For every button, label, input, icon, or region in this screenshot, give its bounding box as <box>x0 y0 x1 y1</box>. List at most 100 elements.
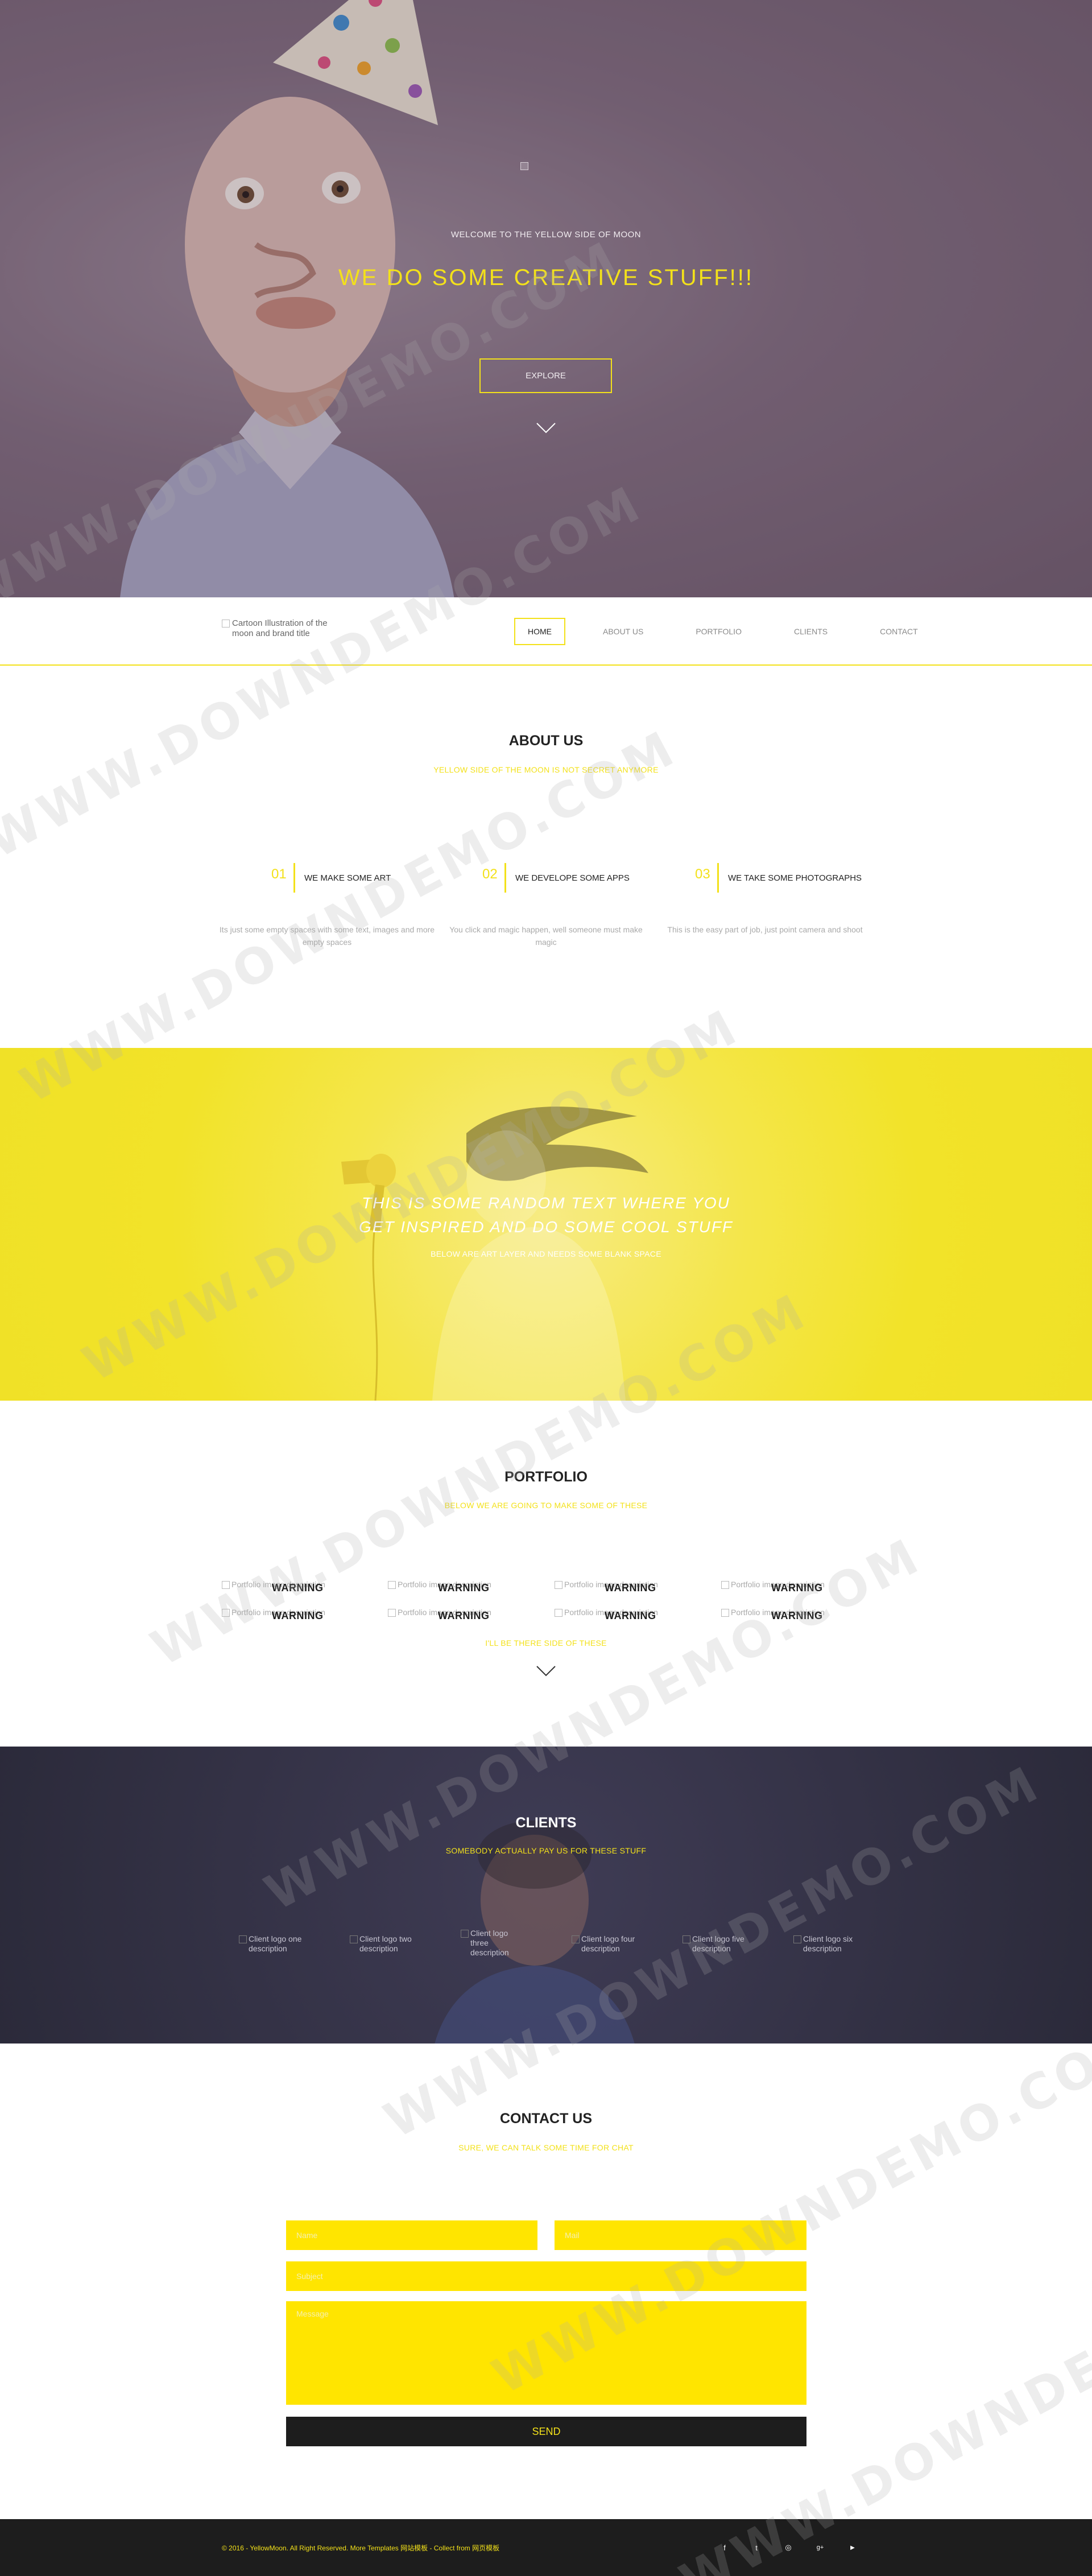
image-placeholder-icon <box>222 1609 230 1617</box>
portfolio-item-label: WARNING <box>438 1610 490 1621</box>
clients-title: CLIENTS <box>515 1815 577 1831</box>
feature-divider <box>293 863 295 893</box>
client-logo[interactable]: Client logo four description <box>572 1934 646 1954</box>
portfolio-item-label: WARNING <box>771 1610 823 1621</box>
explore-button[interactable]: EXPLORE <box>479 358 612 393</box>
mail-field[interactable] <box>555 2220 806 2250</box>
portfolio-item-label: WARNING <box>771 1582 823 1594</box>
quote-subtext: BELOW ARE ART LAYER AND NEEDS SOME BLANK… <box>431 1249 661 1258</box>
portfolio-item[interactable]: Portfolio image description WARNING <box>388 1580 553 1597</box>
feature-description: You click and magic happen, well someone… <box>449 925 643 947</box>
image-placeholder-icon <box>222 620 230 628</box>
image-placeholder-icon <box>222 1581 230 1589</box>
chevron-down-icon[interactable] <box>536 1664 556 1678</box>
feature-divider <box>717 863 719 893</box>
portfolio-item-label: WARNING <box>438 1582 490 1594</box>
client-logo-alt: Client logo six description <box>803 1934 853 1953</box>
client-logo-alt: Client logo one description <box>249 1934 302 1953</box>
message-field[interactable] <box>286 2301 806 2405</box>
portfolio-item[interactable]: Portfolio image description WARNING <box>388 1608 553 1625</box>
contact-subtitle: SURE, WE CAN TALK SOME TIME FOR CHAT <box>458 2143 634 2152</box>
quote-text: THIS IS SOME RANDOM TEXT WHERE YOU GET I… <box>0 1191 1092 1239</box>
portfolio-item[interactable]: Portfolio image description WARNING <box>222 1608 387 1625</box>
quote-section: THIS IS SOME RANDOM TEXT WHERE YOU GET I… <box>0 1048 1092 1401</box>
portfolio-note: I'LL BE THERE SIDE OF THESE <box>485 1638 607 1648</box>
main-navigation: Cartoon Illustration of the moon and bra… <box>0 597 1092 666</box>
youtube-icon[interactable]: ▶ <box>846 2541 859 2554</box>
portfolio-item[interactable]: Portfolio image description WARNING <box>721 1608 886 1625</box>
client-logo[interactable]: Client logo five description <box>682 1934 756 1954</box>
image-placeholder-icon <box>239 1935 247 1943</box>
facebook-icon[interactable]: f <box>718 2541 731 2554</box>
client-logo[interactable]: Client logo two description <box>350 1934 424 1954</box>
about-title: ABOUT US <box>508 733 584 749</box>
footer-copyright: © 2016 - YellowMoon. All Right Reserved.… <box>222 2544 500 2552</box>
portfolio-title: PORTFOLIO <box>504 1469 588 1485</box>
client-logo-alt: Client logo three description <box>470 1929 509 1957</box>
clients-section: CLIENTS SOMEBODY ACTUALLY PAY US FOR THE… <box>0 1747 1092 2044</box>
client-logo-alt: Client logo two description <box>359 1934 412 1953</box>
portfolio-item-label: WARNING <box>605 1582 656 1594</box>
footer: © 2016 - YellowMoon. All Right Reserved.… <box>0 2519 1092 2576</box>
image-placeholder-icon <box>388 1581 396 1589</box>
hero-section: WELCOME TO THE YELLOW SIDE OF MOON WE DO… <box>0 0 1092 597</box>
nav-item-contact[interactable]: CONTACT <box>854 618 944 645</box>
clients-subtitle: SOMEBODY ACTUALLY PAY US FOR THESE STUFF <box>445 1846 647 1855</box>
about-subtitle: YELLOW SIDE OF THE MOON IS NOT SECRET AN… <box>433 765 659 774</box>
nav-item-portfolio[interactable]: PORTFOLIO <box>669 618 768 645</box>
portfolio-item[interactable]: Portfolio image description WARNING <box>555 1580 719 1597</box>
image-placeholder-icon <box>721 1609 729 1617</box>
feature-description: This is the easy part of job, just point… <box>667 925 863 934</box>
feature-title: WE MAKE SOME ART <box>304 873 391 883</box>
portfolio-item[interactable]: Portfolio image description WARNING <box>555 1608 719 1625</box>
nav-item-about[interactable]: ABOUT US <box>577 618 669 645</box>
nav-menu: HOME ABOUT US PORTFOLIO CLIENTS CONTACT <box>514 618 944 645</box>
dribbble-icon[interactable]: ◎ <box>781 2541 795 2554</box>
portfolio-item[interactable]: Portfolio image description WARNING <box>721 1580 886 1597</box>
portfolio-subtitle: BELOW WE ARE GOING TO MAKE SOME OF THESE <box>444 1501 648 1510</box>
portfolio-item-label: WARNING <box>272 1582 324 1594</box>
portfolio-item-label: WARNING <box>605 1610 656 1621</box>
clients-background-photo <box>435 1820 635 2044</box>
image-placeholder-icon <box>572 1935 580 1943</box>
brand-logo-alt: Cartoon Illustration of the moon and bra… <box>232 618 328 638</box>
hero-overlay <box>0 0 1092 597</box>
feature-number: 01 <box>271 866 287 882</box>
image-placeholder-icon <box>682 1935 690 1943</box>
feature-description: Its just some empty spaces with some tex… <box>219 925 435 947</box>
chevron-down-icon[interactable] <box>536 421 556 435</box>
image-placeholder-icon <box>793 1935 801 1943</box>
nav-item-home[interactable]: HOME <box>514 618 565 645</box>
feature-title: WE TAKE SOME PHOTOGRAPHS <box>728 873 862 883</box>
name-field[interactable] <box>286 2220 537 2250</box>
send-button[interactable]: SEND <box>286 2417 806 2446</box>
subject-field[interactable] <box>286 2261 806 2291</box>
portfolio-item[interactable]: Portfolio image description WARNING <box>222 1580 387 1597</box>
client-logo-alt: Client logo four description <box>581 1934 635 1953</box>
quote-line-1: THIS IS SOME RANDOM TEXT WHERE YOU <box>362 1194 730 1212</box>
client-logo[interactable]: Client logo three description <box>461 1929 512 1958</box>
hero-title: WE DO SOME CREATIVE STUFF!!! <box>338 265 754 290</box>
client-logo-alt: Client logo five description <box>692 1934 744 1953</box>
feature-number: 03 <box>695 866 710 882</box>
feature-title: WE DEVELOPE SOME APPS <box>515 873 630 883</box>
quote-line-2: GET INSPIRED AND DO SOME COOL STUFF <box>358 1218 734 1236</box>
image-placeholder-icon <box>461 1930 469 1938</box>
feature-number: 02 <box>482 866 498 882</box>
brand-logo[interactable]: Cartoon Illustration of the moon and bra… <box>222 618 347 639</box>
image-placeholder-icon <box>350 1935 358 1943</box>
nav-item-clients[interactable]: CLIENTS <box>768 618 854 645</box>
image-placeholder-icon <box>555 1581 562 1589</box>
image-placeholder-icon <box>721 1581 729 1589</box>
client-logo[interactable]: Client logo one description <box>239 1934 313 1954</box>
hero-welcome-text: WELCOME TO THE YELLOW SIDE OF MOON <box>450 230 642 240</box>
portfolio-item-label: WARNING <box>272 1610 324 1621</box>
hero-logo-image <box>520 162 528 170</box>
google-plus-icon[interactable]: g+ <box>813 2541 827 2554</box>
contact-title: CONTACT US <box>499 2111 593 2127</box>
feature-divider <box>504 863 506 893</box>
client-logo[interactable]: Client logo six description <box>793 1934 867 1954</box>
image-placeholder-icon <box>555 1609 562 1617</box>
twitter-icon[interactable]: t <box>750 2541 763 2554</box>
image-placeholder-icon <box>388 1609 396 1617</box>
